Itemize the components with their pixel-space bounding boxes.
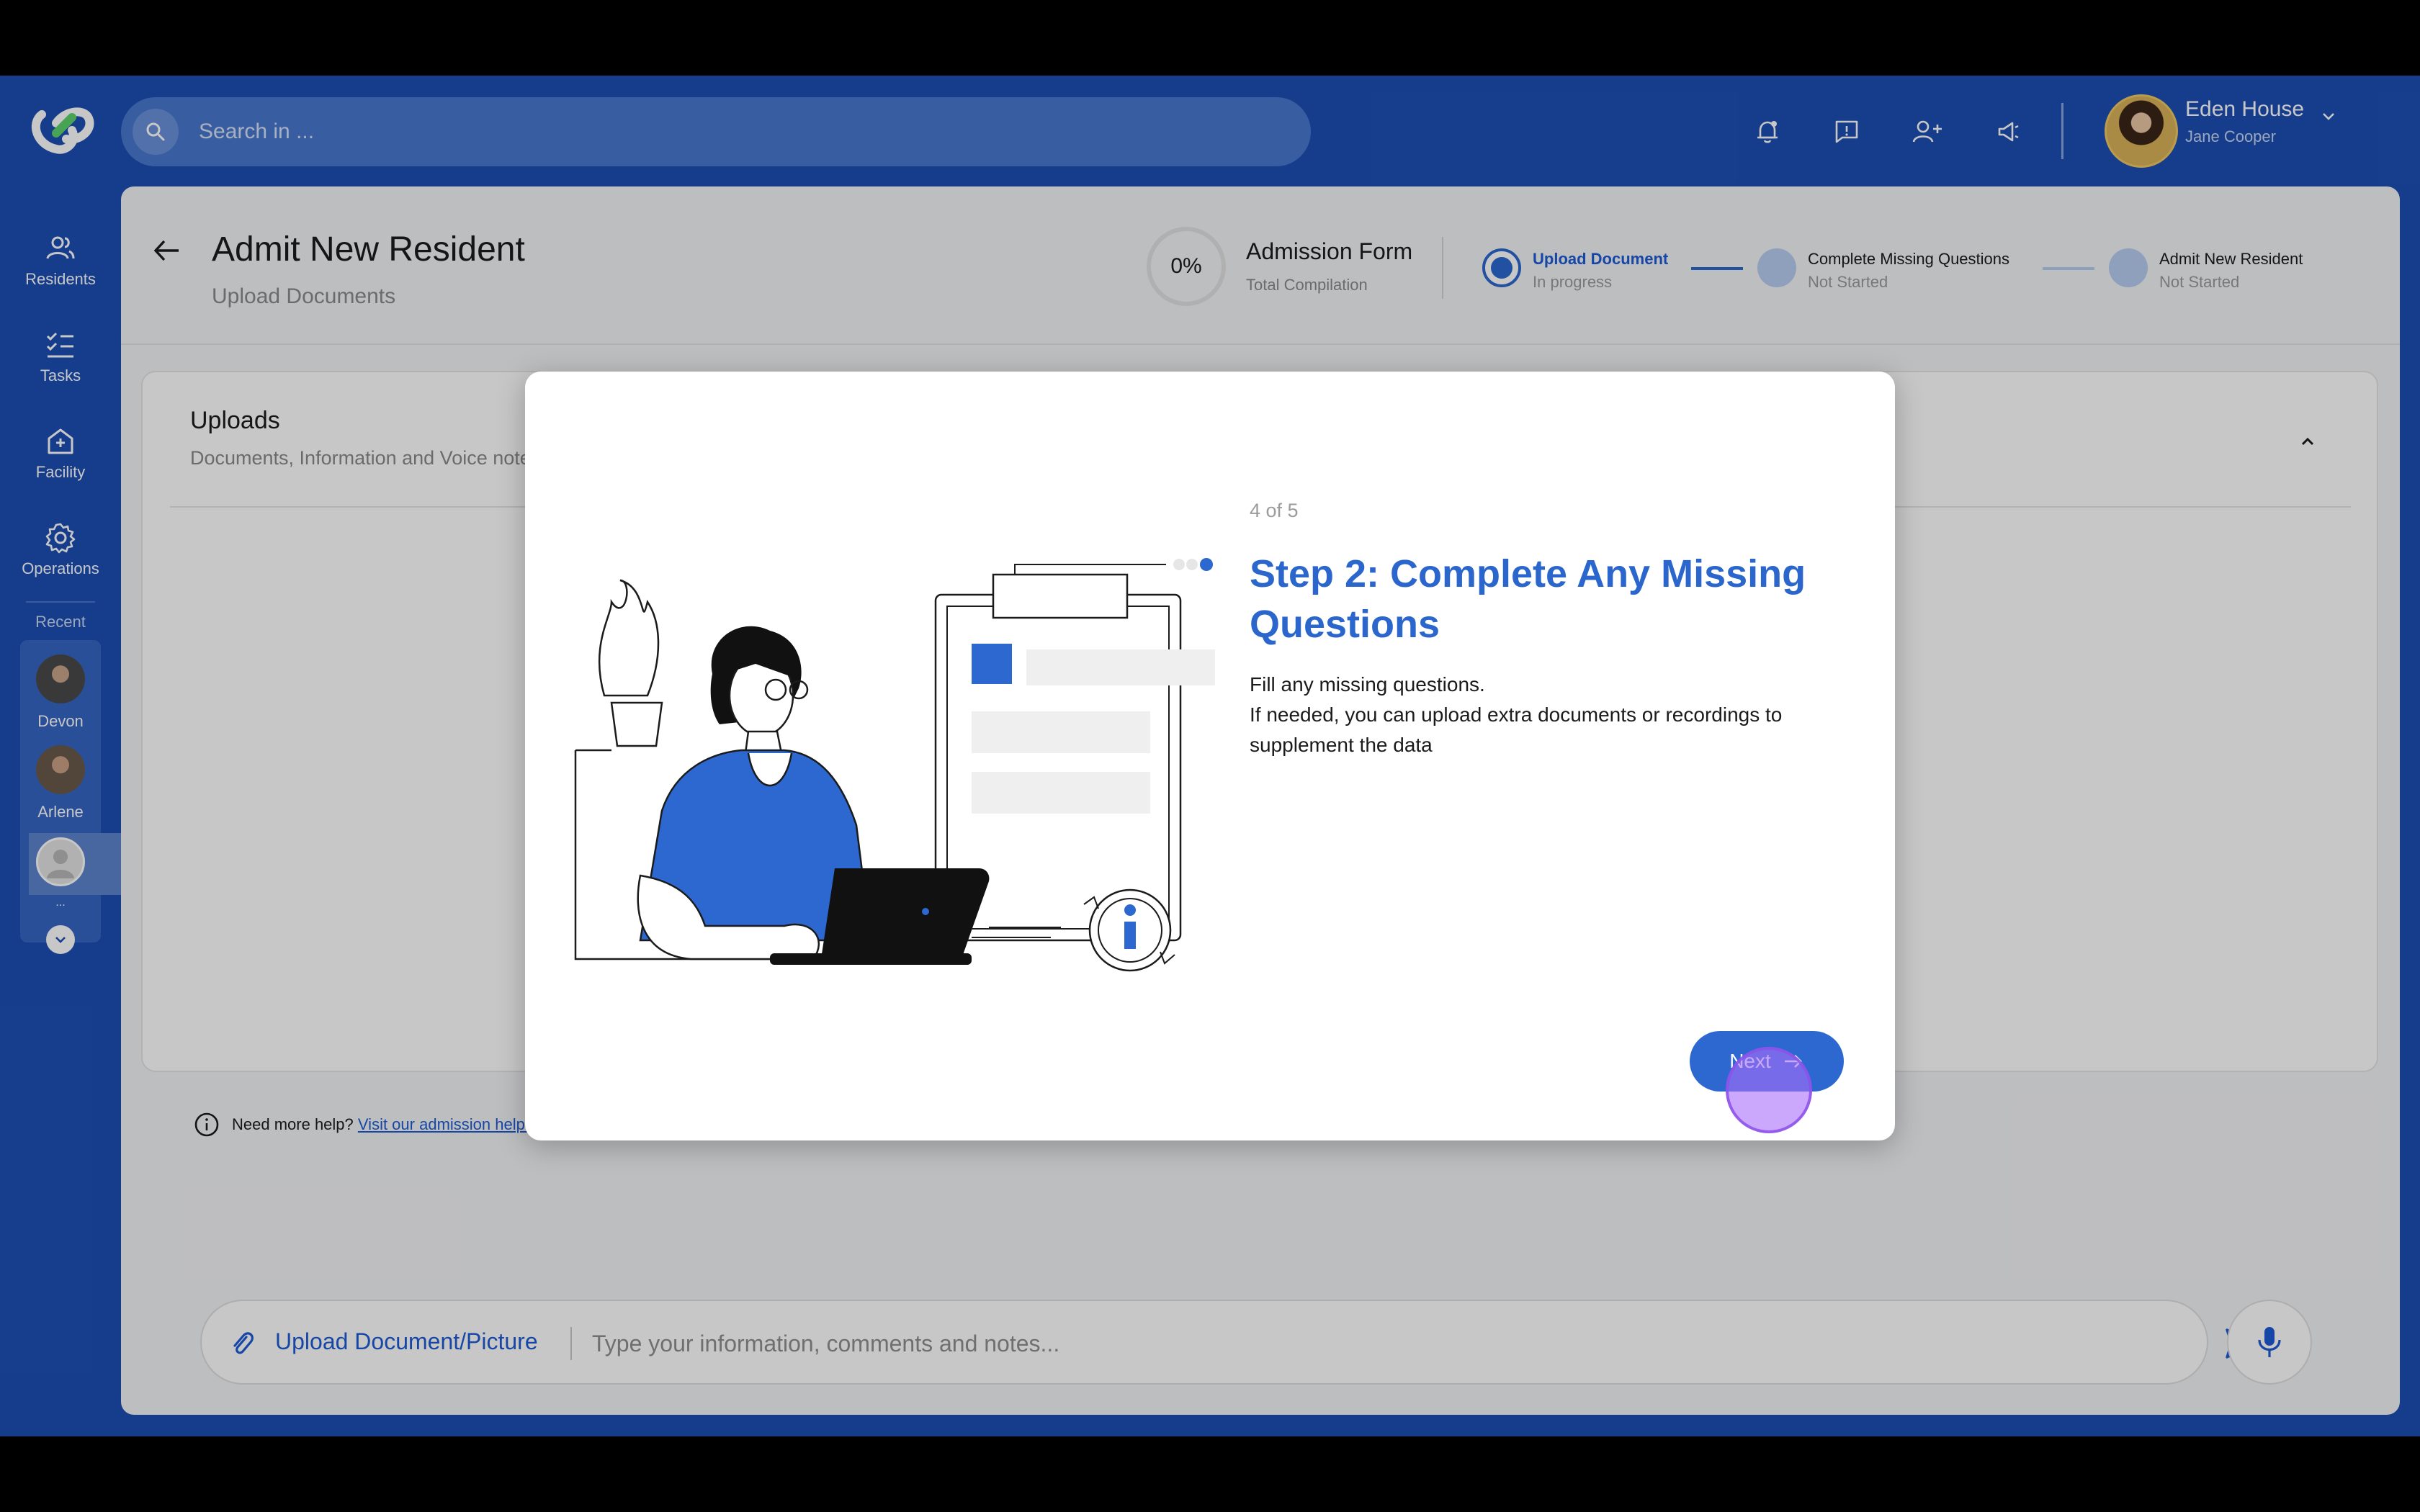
modal-body: Fill any missing questions. If needed, y…: [1250, 670, 1797, 760]
modal-body-line: Fill any missing questions.: [1250, 673, 1485, 696]
step-counter: 4 of 5: [1250, 500, 1299, 521]
woman-laptop-illustration: [574, 558, 1215, 972]
onboarding-modal: 4 of 5 Step 2: Complete Any Missing Ques…: [525, 372, 1895, 1140]
cursor-click-indicator: [1726, 1047, 1812, 1133]
modal-title: Step 2: Complete Any Missing Questions: [1250, 552, 1806, 646]
modal-body-line: If needed, you can upload extra document…: [1250, 703, 1783, 756]
